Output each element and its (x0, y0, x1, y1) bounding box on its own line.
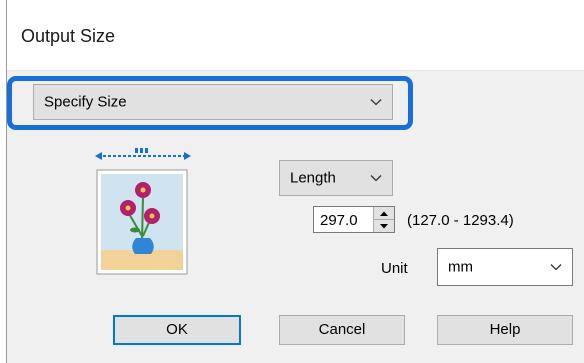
unit-select[interactable]: mm (437, 248, 573, 286)
size-value-input[interactable]: 297.0 (313, 206, 395, 233)
dimension-select[interactable]: Length (279, 160, 393, 196)
size-spinner[interactable] (373, 207, 394, 232)
chevron-down-icon (550, 264, 562, 271)
help-button[interactable]: Help (437, 315, 573, 345)
dimension-value: Length (290, 169, 336, 187)
size-mode-value: Specify Size (44, 93, 127, 111)
size-range-text: (127.0 - 1293.4) (407, 212, 514, 229)
dialog-titlebar: Output Size (7, 0, 584, 71)
unit-value: mm (448, 258, 473, 276)
ok-button[interactable]: OK (113, 315, 241, 345)
cancel-button[interactable]: Cancel (279, 315, 405, 345)
chevron-down-icon (370, 99, 382, 106)
unit-label: Unit (381, 260, 408, 277)
size-value-text: 297.0 (320, 212, 358, 229)
chevron-down-icon (370, 175, 382, 182)
triangle-down-icon (380, 224, 388, 229)
size-preview-illustration (95, 148, 191, 275)
dialog-title: Output Size (21, 26, 116, 46)
spin-down-button[interactable] (374, 219, 394, 231)
size-mode-select[interactable]: Specify Size (33, 84, 393, 120)
output-size-dialog: Output Size Specify Size Length 297.0 (1… (6, 0, 584, 363)
width-arrow-icon (95, 148, 191, 160)
